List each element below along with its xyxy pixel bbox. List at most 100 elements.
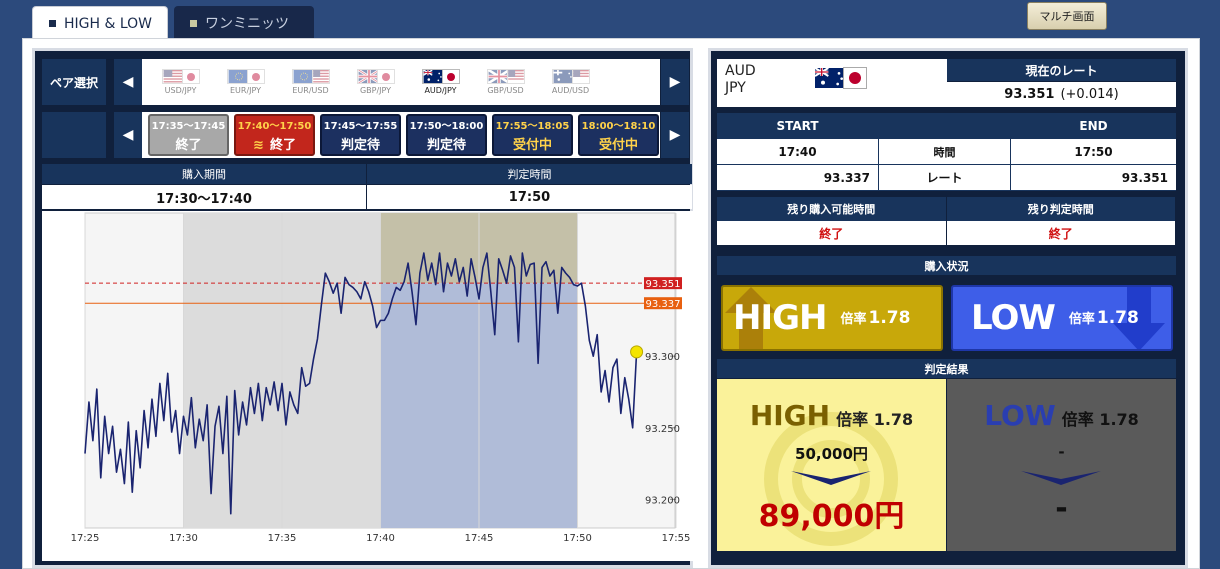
time-slot[interactable]: 17:40〜17:50 ≋ 終了 xyxy=(234,114,315,156)
slot-next-button[interactable]: ▶ xyxy=(661,112,689,158)
x-tick-label: 17:40 xyxy=(366,533,395,544)
time-slot[interactable]: 18:00〜18:10 受付中 xyxy=(578,114,659,156)
chart-panel: ペア選択 ◀ USD/JPY EUR/JPY EUR/USD GBP/JPY A… xyxy=(32,48,693,568)
result-high-payout: 89,000円 xyxy=(758,499,905,534)
slot-time: 17:50〜18:00 xyxy=(409,121,484,132)
pair-gbp-usd[interactable]: GBP/USD xyxy=(473,61,538,103)
x-tick-label: 17:35 xyxy=(268,533,297,544)
high-label: HIGH xyxy=(733,298,827,338)
result-high-label: HIGH xyxy=(749,399,831,432)
slot-time: 17:45〜17:55 xyxy=(323,121,398,132)
slot-time: 17:55〜18:05 xyxy=(495,121,570,132)
square-icon xyxy=(190,19,197,27)
current-rate: 93.351 xyxy=(1004,87,1055,102)
current-rate-header: 現在のレート xyxy=(947,59,1176,81)
time-slot[interactable]: 17:55〜18:05 受付中 xyxy=(492,114,573,156)
pair-eur-usd[interactable]: EUR/USD xyxy=(278,61,343,103)
pair-label: EUR/JPY xyxy=(229,86,262,95)
payout-prefix: 倍率 xyxy=(1068,312,1095,327)
pair-eur-jpy[interactable]: EUR/JPY xyxy=(213,61,278,103)
chevron-left-icon: ◀ xyxy=(122,74,134,90)
start-time: 17:40 xyxy=(717,139,879,165)
pair-select-label: ペア選択 xyxy=(42,59,106,105)
time-slot[interactable]: 17:35〜17:45 終了 xyxy=(148,114,229,156)
slot-status: 判定待 xyxy=(426,138,466,153)
pair-gbp-jpy[interactable]: GBP/JPY xyxy=(343,61,408,103)
pair-strip: USD/JPY EUR/JPY EUR/USD GBP/JPY AUD/JPY … xyxy=(142,59,660,105)
low-label: LOW xyxy=(971,298,1056,338)
pair-aud-jpy[interactable]: AUD/JPY xyxy=(408,61,473,103)
end-rate: 93.351 xyxy=(1011,165,1176,191)
slot-time: 18:00〜18:10 xyxy=(581,121,656,132)
pair-code: AUD JPY xyxy=(725,63,756,97)
pair-code-line2: JPY xyxy=(725,80,746,96)
result-low-label: LOW xyxy=(984,399,1056,432)
chevron-down-icon xyxy=(791,471,871,485)
remain-buy-header: 残り購入可能時間 xyxy=(717,197,946,221)
price-chart[interactable]: 17:25 17:30 17:35 17:40 17:45 17:50 17:55 93.20… xyxy=(42,211,693,561)
tab-one-minute-label: ワンミニッツ xyxy=(205,16,289,32)
rate-row-label: レート xyxy=(879,165,1011,191)
slot-status-row: ≋ 終了 xyxy=(253,134,296,153)
us-flag-icon xyxy=(506,69,525,84)
tab-one-minute[interactable]: ワンミニッツ xyxy=(174,6,314,40)
time-slot-label-area xyxy=(42,112,106,158)
slot-time: 17:35〜17:45 xyxy=(151,121,226,132)
y-tick-label: 93.200 xyxy=(645,495,680,506)
pair-label: AUD/USD xyxy=(551,86,590,95)
slot-status: 終了 xyxy=(175,138,202,153)
judge-time-value: 17:50 xyxy=(367,185,692,209)
current-rate-change: (+0.014) xyxy=(1060,87,1119,102)
y-tick-label: 93.250 xyxy=(645,424,680,435)
judge-time-header: 判定時間 xyxy=(367,164,692,184)
payout-prefix: 倍率 xyxy=(1061,410,1094,429)
payout-prefix: 倍率 xyxy=(840,312,867,327)
blank-header xyxy=(879,113,1011,139)
high-button[interactable]: HIGH 倍率 1.78 xyxy=(721,285,943,351)
result-low-invest: - xyxy=(1058,443,1065,461)
jp-flag-icon xyxy=(843,67,867,89)
pair-label: AUD/JPY xyxy=(424,86,457,95)
payout-prefix: 倍率 xyxy=(836,410,869,429)
coin-stack-icon: ≋ xyxy=(253,138,264,153)
square-icon xyxy=(49,20,56,27)
chevron-right-icon: ▶ xyxy=(669,74,681,90)
pair-prev-button[interactable]: ◀ xyxy=(114,59,142,105)
result-high-invest: 50,000円 xyxy=(795,445,868,463)
pair-next-button[interactable]: ▶ xyxy=(661,59,689,105)
result-header: 判定結果 xyxy=(717,359,1176,378)
payout-rate: 1.78 xyxy=(1096,308,1139,328)
pair-usd-jpy[interactable]: USD/JPY xyxy=(148,61,213,103)
low-button[interactable]: LOW 倍率 1.78 xyxy=(951,285,1173,351)
start-header: START xyxy=(717,113,879,139)
remaining-time-table: 残り購入可能時間 残り判定時間 終了 終了 xyxy=(717,197,1176,245)
selected-pair: AUD JPY xyxy=(717,59,947,107)
start-end-table: START END 17:40 時間 17:50 93.337 レート 93.3… xyxy=(717,113,1176,191)
x-tick-label: 17:45 xyxy=(465,533,494,544)
period-table: 購入期間 判定時間 17:30〜17:40 17:50 xyxy=(42,164,692,210)
current-rate-value: 93.351 (+0.014) xyxy=(947,82,1176,107)
result-low: LOW 倍率 1.78 - - xyxy=(947,379,1176,551)
time-slot[interactable]: 17:45〜17:55 判定待 xyxy=(320,114,401,156)
jp-flag-icon xyxy=(376,69,395,84)
pair-code-line1: AUD xyxy=(725,63,756,79)
multi-screen-button[interactable]: マルチ画面 xyxy=(1027,2,1107,30)
x-tick-label: 17:30 xyxy=(169,533,198,544)
remain-judge-value: 終了 xyxy=(946,221,1175,245)
pair-aud-usd[interactable]: AUD/USD xyxy=(538,61,603,103)
x-tick-label: 17:25 xyxy=(71,533,100,544)
jp-flag-icon xyxy=(246,69,265,84)
slot-status: 受付中 xyxy=(598,138,638,153)
trade-panel: AUD JPY 現在のレート 93.351 (+0.014) START END 1… xyxy=(708,48,1188,568)
payout-rate: 1.78 xyxy=(1099,410,1139,429)
price-chart-svg: 17:25 17:30 17:35 17:40 17:45 17:50 17:55 93.20… xyxy=(71,212,690,544)
time-slot[interactable]: 17:50〜18:00 判定待 xyxy=(406,114,487,156)
tab-high-low-label: HIGH & LOW xyxy=(64,15,153,32)
slot-prev-button[interactable]: ◀ xyxy=(114,112,142,158)
low-payout: 倍率 1.78 xyxy=(1069,308,1139,328)
tab-high-low[interactable]: HIGH & LOW xyxy=(32,6,168,40)
result-high-title: HIGH 倍率 1.78 xyxy=(717,399,946,432)
pair-label: EUR/USD xyxy=(292,86,329,95)
end-time: 17:50 xyxy=(1011,139,1176,165)
slot-status: 終了 xyxy=(269,138,296,153)
